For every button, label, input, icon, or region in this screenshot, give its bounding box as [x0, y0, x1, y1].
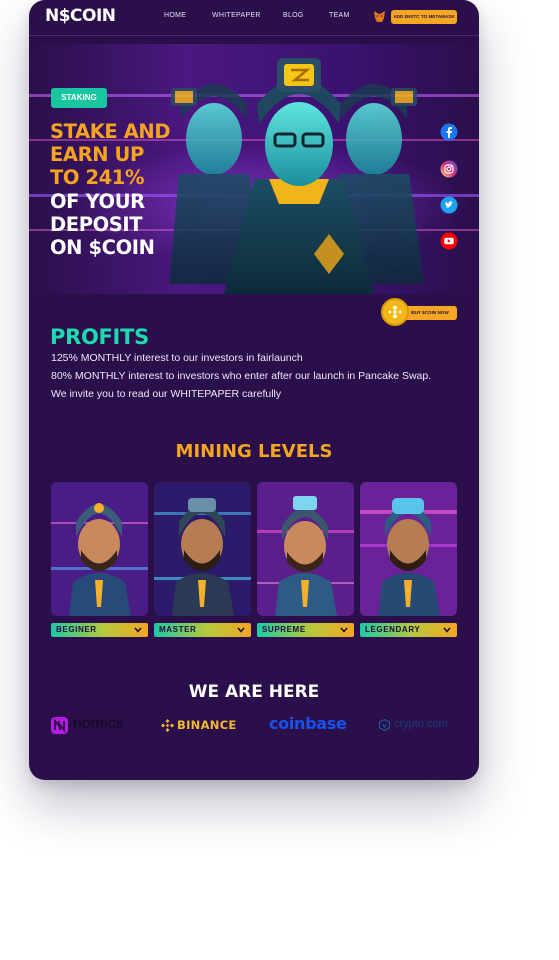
- crypto-com-logo-icon: [379, 719, 390, 731]
- top-nav: N$COIN HOME WHITEPAPER BLOG TEAM ADD $NS…: [29, 0, 479, 36]
- level-select-master[interactable]: MASTER: [154, 623, 251, 637]
- level-select-supreme[interactable]: SUPREME: [257, 623, 354, 637]
- app-frame: N$COIN HOME WHITEPAPER BLOG TEAM ADD $NS…: [29, 0, 479, 780]
- level-select-beginer[interactable]: BEGINER: [51, 623, 148, 637]
- hero-line-1: STAKE AND: [50, 120, 171, 143]
- logo[interactable]: N$COIN: [45, 6, 116, 26]
- level-select-legendary[interactable]: LEGENDARY: [360, 623, 457, 637]
- profit-line-3: We invite you to read our WHITEPAPER car…: [51, 388, 282, 400]
- hero-headline: STAKE AND EARN UP TO 241% OF YOUR DEPOSI…: [50, 120, 171, 260]
- chevron-down-icon: [237, 627, 245, 633]
- mining-levels-title: MINING LEVELS: [175, 441, 333, 462]
- profits-title: PROFITS: [50, 325, 149, 349]
- twitter-icon[interactable]: [440, 196, 458, 214]
- chevron-down-icon: [340, 627, 348, 633]
- partner-binance-name: BINANCE: [177, 718, 237, 732]
- hero-line-3: TO 241%: [50, 166, 145, 190]
- buy-coin-button[interactable]: BUY $COIN NOW: [403, 306, 457, 320]
- chevron-down-icon: [443, 627, 451, 633]
- nomics-logo-icon: [51, 717, 68, 734]
- partners-title: WE ARE HERE: [188, 682, 320, 702]
- chevron-down-icon: [134, 627, 142, 633]
- partner-coinbase-name: coinbase: [269, 714, 347, 733]
- hero-banner: STAKING STAKE AND EARN UP TO 241% OF YOU…: [29, 44, 479, 294]
- hero-line-6: ON $COIN: [50, 236, 155, 260]
- hero-line-2: EARN UP: [50, 143, 144, 167]
- youtube-icon[interactable]: [440, 232, 458, 250]
- partner-nomics[interactable]: nomics: [51, 715, 133, 736]
- partner-crypto-com-name: crypto.com: [394, 718, 448, 730]
- metamask-fox-icon: [374, 11, 385, 22]
- hero-line-5: DEPOSIT: [50, 212, 143, 236]
- level-label-supreme: SUPREME: [262, 625, 306, 634]
- facebook-icon[interactable]: [440, 123, 458, 141]
- level-label-beginer: BEGINER: [56, 625, 97, 634]
- level-card-beginer[interactable]: [51, 482, 148, 616]
- instagram-icon[interactable]: [440, 160, 458, 178]
- level-card-master[interactable]: [154, 482, 251, 616]
- nav-team-link[interactable]: TEAM: [329, 12, 350, 19]
- add-to-metamask-button[interactable]: ADD $NSTC TO METAMASK: [391, 10, 457, 24]
- level-label-legendary: LEGENDARY: [365, 625, 421, 634]
- nav-home-link[interactable]: HOME: [164, 12, 186, 19]
- level-card-supreme[interactable]: [257, 482, 354, 616]
- partner-binance[interactable]: BINANCE: [160, 716, 242, 736]
- staking-badge: STAKING: [51, 88, 107, 108]
- binance-logo-icon: [161, 719, 174, 732]
- binance-coin-icon[interactable]: [381, 298, 409, 326]
- partner-crypto-com[interactable]: crypto.com: [379, 716, 461, 736]
- level-card-legendary[interactable]: [360, 482, 457, 616]
- nav-blog-link[interactable]: BLOG: [283, 12, 304, 19]
- profit-line-2: 80% MONTHLY interest to investors who en…: [51, 370, 432, 382]
- partner-coinbase[interactable]: coinbase: [269, 714, 351, 736]
- level-label-master: MASTER: [159, 625, 197, 634]
- hero-line-4: OF YOUR: [50, 189, 145, 213]
- nav-whitepaper-link[interactable]: WHITEPAPER: [212, 12, 261, 19]
- partner-nomics-name: nomics: [73, 715, 124, 732]
- profit-line-1: 125% MONTHLY interest to our investors i…: [51, 352, 303, 364]
